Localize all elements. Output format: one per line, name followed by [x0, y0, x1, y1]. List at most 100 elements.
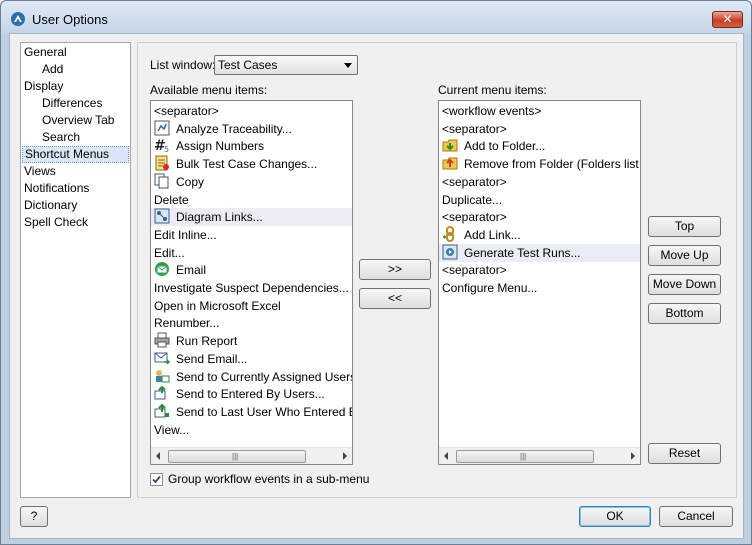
list-item[interactable]: Duplicate... — [442, 191, 640, 209]
list-item-label: Analyze Traceability... — [176, 121, 292, 136]
nav-item-shortcut-menus[interactable]: Shortcut Menus — [22, 146, 129, 163]
list-item-label: Edit... — [154, 245, 185, 260]
list-window-value: Test Cases — [218, 58, 278, 72]
list-item[interactable]: Add to Folder... — [442, 137, 640, 155]
list-item-label: Remove from Folder (Folders list — [464, 157, 639, 172]
add-item-button[interactable]: >> — [359, 259, 431, 280]
list-item[interactable]: Send to Entered By Users... — [154, 385, 352, 403]
list-item[interactable]: Analyze Traceability... — [154, 120, 352, 138]
list-item[interactable]: Run Report — [154, 332, 352, 350]
list-item[interactable]: <separator> — [442, 208, 640, 226]
scroll-thumb[interactable]: ||| — [456, 450, 594, 463]
list-item-label: Assign Numbers — [176, 139, 265, 154]
available-items-list[interactable]: <separator> Analyze Traceability... #5 Assi… — [150, 100, 353, 465]
ok-button[interactable]: OK — [579, 506, 651, 527]
nav-item-notifications[interactable]: Notifications — [22, 180, 91, 197]
scroll-right-icon[interactable] — [631, 452, 635, 460]
list-item-label: Configure Menu... — [442, 281, 538, 295]
list-window-select[interactable]: Test Cases — [214, 55, 358, 75]
chevron-down-icon — [344, 63, 352, 68]
remove-item-button[interactable]: << — [359, 288, 431, 309]
current-hscrollbar[interactable]: ||| — [439, 447, 640, 464]
reset-button[interactable]: Reset — [648, 443, 721, 464]
move-up-button[interactable]: Move Up — [648, 245, 721, 266]
title-bar[interactable]: User Options ✕ — [1, 1, 751, 35]
svg-text:5: 5 — [164, 145, 169, 153]
list-item-label: <separator> — [442, 263, 507, 278]
list-item[interactable]: Send to Currently Assigned Users — [154, 368, 352, 386]
list-item[interactable]: View... — [154, 421, 352, 439]
list-item[interactable]: Diagram Links... — [151, 208, 352, 227]
list-item[interactable]: #5 Assign Numbers — [154, 137, 352, 155]
list-item[interactable]: Edit... — [154, 244, 352, 262]
list-item[interactable]: Investigate Suspect Dependencies... — [154, 279, 352, 297]
list-item[interactable]: Delete — [154, 191, 352, 209]
list-item[interactable]: <workflow events> — [442, 102, 640, 120]
list-item-label: Diagram Links... — [176, 210, 263, 225]
scroll-thumb[interactable]: ||| — [168, 450, 306, 463]
available-hscrollbar[interactable]: ||| — [151, 447, 352, 464]
user-options-window: User Options ✕ General Add Display Differen… — [0, 0, 752, 545]
move-down-button[interactable]: Move Down — [648, 274, 721, 295]
generate-runs-icon — [442, 244, 458, 260]
help-button[interactable]: ? — [20, 506, 48, 527]
available-items-label: Available menu items: — [150, 83, 268, 97]
nav-item-general[interactable]: General — [22, 44, 69, 61]
list-item-label: Run Report — [176, 334, 238, 349]
scroll-left-icon[interactable] — [156, 452, 160, 460]
list-item-label: Add Link... — [464, 227, 521, 242]
nav-item-add[interactable]: Add — [40, 61, 65, 78]
scroll-right-icon[interactable] — [343, 452, 347, 460]
list-item[interactable]: Generate Test Runs... — [439, 243, 640, 262]
nav-item-spell-check[interactable]: Spell Check — [22, 214, 90, 231]
list-item[interactable]: Bulk Test Case Changes... — [154, 155, 352, 173]
nav-item-dictionary[interactable]: Dictionary — [22, 197, 79, 214]
list-item[interactable]: Copy — [154, 173, 352, 191]
list-item-label: <separator> — [442, 174, 507, 189]
list-item[interactable]: <separator> — [154, 102, 352, 120]
current-items-list[interactable]: <workflow events> <separator> Add to Folde… — [438, 100, 641, 465]
list-item[interactable]: <separator> — [442, 261, 640, 279]
printer-icon — [154, 332, 170, 348]
list-item[interactable]: Configure Menu... — [442, 279, 640, 297]
list-item-label: Send to Currently Assigned Users — [176, 369, 352, 384]
list-item[interactable]: Email — [154, 261, 352, 279]
list-item[interactable]: Send Email... — [154, 350, 352, 368]
list-item-label: Renumber... — [154, 316, 220, 331]
app-logo-icon — [11, 12, 25, 26]
list-item[interactable]: Remove from Folder (Folders list — [442, 155, 640, 173]
close-button[interactable]: ✕ — [712, 11, 743, 28]
list-item-label: Send to Last User Who Entered Ev — [176, 404, 352, 419]
send-last-user-icon — [154, 403, 170, 419]
options-category-tree[interactable]: General Add Display Differences Overview Tab… — [20, 42, 131, 498]
list-item[interactable]: Open in Microsoft Excel — [154, 297, 352, 315]
nav-item-display[interactable]: Display — [22, 78, 65, 95]
list-item-label: <separator> — [442, 210, 507, 225]
number-sign-icon: #5 — [154, 137, 170, 154]
scroll-left-icon[interactable] — [444, 452, 448, 460]
send-email-icon — [154, 350, 171, 366]
window-title: User Options — [32, 12, 108, 27]
list-item-label: View... — [154, 422, 190, 437]
list-item[interactable]: Edit Inline... — [154, 226, 352, 244]
group-workflow-checkbox[interactable] — [150, 473, 163, 486]
group-workflow-label: Group workflow events in a sub-menu — [168, 472, 370, 486]
list-item-label: Generate Test Runs... — [464, 245, 581, 260]
list-item[interactable]: Send to Last User Who Entered Ev — [154, 403, 352, 421]
list-item[interactable]: <separator> — [442, 120, 640, 138]
move-bottom-button[interactable]: Bottom — [648, 303, 721, 324]
list-item[interactable]: <separator> — [442, 173, 640, 191]
move-top-button[interactable]: Top — [648, 216, 721, 237]
nav-item-overview-tab[interactable]: Overview Tab — [40, 112, 116, 129]
list-item-label: Investigate Suspect Dependencies... — [154, 281, 349, 295]
nav-item-search[interactable]: Search — [40, 129, 82, 146]
nav-item-differences[interactable]: Differences — [40, 95, 104, 112]
nav-item-views[interactable]: Views — [22, 163, 58, 180]
current-items-label: Current menu items: — [438, 83, 547, 97]
cancel-button[interactable]: Cancel — [659, 506, 733, 527]
checkmark-icon — [152, 475, 161, 484]
list-window-label: List window: — [150, 58, 216, 72]
list-item[interactable]: Add Link... — [442, 225, 640, 244]
folder-add-icon — [442, 137, 458, 153]
list-item[interactable]: Renumber... — [154, 314, 352, 332]
